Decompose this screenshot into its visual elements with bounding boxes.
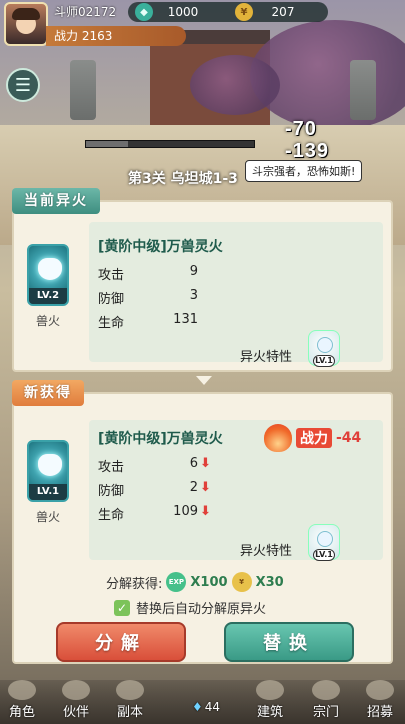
trait-level: LV.1 [313,355,335,367]
new-fire-level: LV.1 [29,484,67,500]
player-power: 战力 2163 [46,26,186,46]
flame-icon [264,424,292,452]
stat-defense: 防御 2 ⬇ [98,480,211,499]
beast-fire-icon [38,258,62,280]
stat-value: 6 [189,456,198,471]
stat-value: 109 [173,504,198,519]
auto-decompose-label: 替换后自动分解原异火 [136,602,267,617]
current-fire-name: [黄阶中级]万兽灵火 [98,239,223,255]
enemy-speech-bubble: 斗宗强者，恐怖如斯! [245,160,363,182]
gem-icon: ◆ [135,3,153,21]
nav-item-recruit[interactable]: 招募 [360,680,400,720]
stat-label: 生命 [98,316,125,331]
building-icon [256,680,284,700]
sect-icon [312,680,340,700]
stat-value: 2 [189,480,198,495]
stage-title: 第3关 乌坦城1-3 [128,171,238,187]
new-fire-card-label: 兽火 [35,510,60,524]
stat-value: 3 [189,288,198,303]
trait-icon[interactable]: LV.1 [308,330,340,367]
decrease-arrow-icon: ⬇ [200,480,211,495]
new-fire-card[interactable]: LV.1 [27,440,69,502]
new-fire-name: [黄阶中级]万兽灵火 [98,431,223,447]
gold-reward: X30 [255,574,284,590]
stone-lantern [350,60,376,120]
nav-label: 建筑 [256,705,283,720]
nav-label: 副本 [116,705,143,720]
wolf-icon [317,337,333,353]
current-fire-card[interactable]: LV.2 [27,244,69,306]
gem-count: 1000 [167,5,199,19]
current-fire-panel: LV.2 兽火 [黄阶中级]万兽灵火 攻击 9 防御 3 生命 131 异火特性… [12,200,393,372]
exp-icon: EXP [166,572,187,592]
stat-attack: 攻击 9 [98,264,198,283]
coin-icon: ¥ [231,572,252,592]
nav-item-role[interactable]: 角色 [2,680,42,720]
stone-lantern [70,60,96,120]
nav-label: 招募 [366,705,393,720]
decrease-arrow-icon: ⬇ [200,504,211,519]
stat-label: 防御 [98,484,125,499]
menu-button[interactable]: ☰ [6,68,40,102]
decompose-gain-label: 分解获得: [106,576,163,592]
bottom-nav: 角色 伙伴 副本 ♦ 44 建筑 宗门 招募 [0,680,405,724]
stat-label: 攻击 [98,460,125,475]
nav-label: 角色 [8,705,35,720]
auto-decompose-checkbox[interactable]: ✓ [114,599,130,616]
coin-icon: ¥ [235,3,253,21]
stat-label: 攻击 [98,268,125,283]
background-tree [190,55,280,115]
trait-level: LV.1 [313,549,335,561]
nav-item-dungeon[interactable]: 副本 [110,680,150,720]
recruit-icon [366,680,394,700]
stat-label: 生命 [98,508,125,523]
stat-attack: 攻击 6 ⬇ [98,456,211,475]
decompose-button[interactable]: 分解 [56,622,186,662]
player-avatar[interactable] [4,2,48,46]
stat-value: 9 [189,264,198,279]
replace-button[interactable]: 替换 [224,622,354,662]
dungeon-icon [116,680,144,700]
nav-center-fire[interactable]: ♦ 44 [186,692,226,722]
down-arrow-icon [196,376,212,385]
list-icon: ☰ [14,74,32,96]
power-change-label: 战力 [296,428,332,448]
exp-reward: X100 [190,574,228,590]
damage-number: -70 [285,118,317,140]
current-fire-tab: 当前异火 [12,188,100,214]
enemy-hp-bar [85,140,255,148]
stat-defense: 防御 3 [98,288,198,307]
stat-hp: 生命 109 ⬇ [98,504,211,523]
nav-item-sect[interactable]: 宗门 [306,680,346,720]
gem-resource[interactable]: ◆ 1000 [135,2,209,22]
coin-count: 207 [271,5,295,19]
current-fire-level: LV.2 [29,288,67,304]
trait-label: 异火特性 [240,350,293,365]
new-fire-panel: LV.1 兽火 [黄阶中级]万兽灵火 战力 -44 攻击 6 ⬇ 防御 2 ⬇ … [12,392,393,664]
nav-label: 宗门 [312,705,339,720]
beast-fire-icon [38,454,62,476]
power-change: 战力 -44 [264,424,361,452]
auto-decompose-option[interactable]: ✓ 替换后自动分解原异火 [114,598,266,617]
nav-item-partner[interactable]: 伙伴 [56,680,96,720]
stat-hp: 生命 131 [98,312,198,331]
current-fire-card-label: 兽火 [35,314,60,328]
trait-icon[interactable]: LV.1 [308,524,340,561]
fire-icon: ♦ [191,700,203,714]
role-icon [8,680,36,700]
coin-resource[interactable]: ¥ 207 [235,2,309,22]
nav-label: 伙伴 [62,705,89,720]
decrease-arrow-icon: ⬇ [200,456,211,471]
center-value: 44 [204,700,221,714]
new-fire-tab: 新获得 [12,380,84,406]
decompose-reward: 分解获得: EXP X100 ¥ X30 [106,572,284,592]
wolf-icon [317,531,333,547]
player-name: 斗师02172 [54,5,117,19]
power-change-value: -44 [336,430,362,446]
stat-value: 131 [173,312,198,327]
nav-item-building[interactable]: 建筑 [250,680,290,720]
partner-icon [62,680,90,700]
trait-label: 异火特性 [240,544,293,559]
stat-label: 防御 [98,292,125,307]
